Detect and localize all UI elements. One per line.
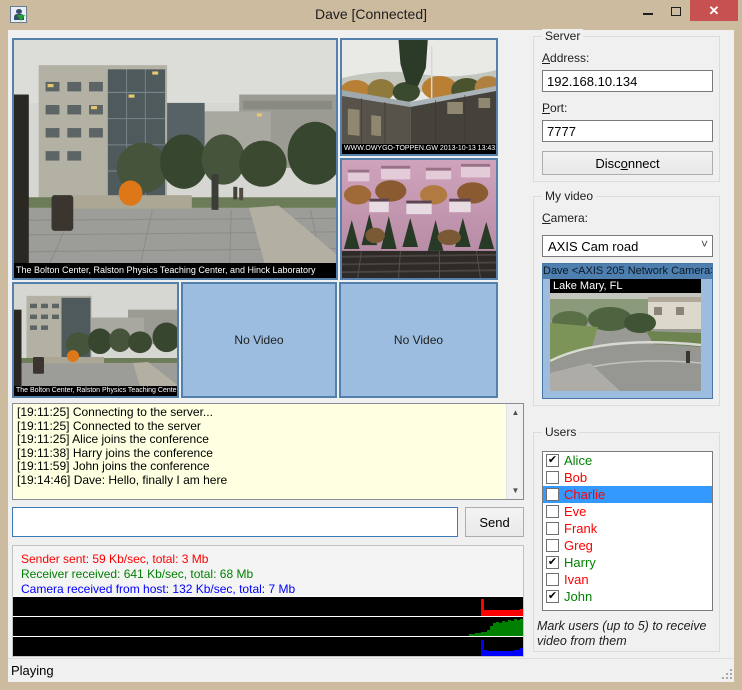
address-label: Address: <box>542 51 589 65</box>
user-row[interactable]: Frank <box>543 520 712 537</box>
video-pane-campus-small[interactable]: The Bolton Center, Ralston Physics Teach… <box>12 282 179 398</box>
status-bar: Playing <box>8 658 734 682</box>
server-group-label: Server <box>542 29 583 43</box>
chat-message: [19:14:46] Dave: Hello, finally I am her… <box>17 474 519 488</box>
users-group-label: Users <box>542 425 579 439</box>
camera-label: Camera: <box>542 211 588 225</box>
lake-mary-video-frame <box>550 293 701 391</box>
user-row[interactable]: Bob <box>543 469 712 486</box>
status-text: Playing <box>11 663 54 678</box>
app-window: Dave [Connected] ✕ <box>0 0 742 690</box>
user-checkbox[interactable]: ✔ <box>546 454 559 467</box>
camera-select[interactable]: AXIS Cam road ˅ <box>542 235 713 257</box>
scroll-down-icon[interactable]: ▼ <box>507 482 524 499</box>
chat-message: [19:11:25] Connecting to the server... <box>17 406 519 420</box>
chat-message: [19:11:38] Harry joins the conference <box>17 447 519 461</box>
user-checkbox[interactable]: ✔ <box>546 556 559 569</box>
chevron-down-icon: ˅ <box>701 237 708 251</box>
user-checkbox[interactable] <box>546 522 559 535</box>
preview-video: Lake Mary, FL <box>550 279 701 391</box>
user-checkbox[interactable] <box>546 471 559 484</box>
chat-message: [19:11:59] John joins the conference <box>17 460 519 474</box>
chat-scrollbar[interactable]: ▲ ▼ <box>506 404 523 499</box>
user-name: Greg <box>564 538 593 553</box>
user-name: Bob <box>564 470 587 485</box>
video-pane-empty-2[interactable]: No Video <box>339 282 498 398</box>
disconnect-button[interactable]: Disconnect <box>542 151 713 175</box>
minimize-icon <box>643 13 653 15</box>
maximize-button[interactable] <box>662 0 690 21</box>
throughput-graphs <box>13 596 523 656</box>
user-checkbox[interactable] <box>546 539 559 552</box>
statistics-panel: Sender sent: 59 Kb/sec, total: 3 MbRecei… <box>12 545 524 657</box>
port-label: Port: <box>542 101 567 115</box>
users-note: Mark users (up to 5) to receive video fr… <box>537 619 718 649</box>
user-name: Harry <box>564 555 596 570</box>
minimize-button[interactable] <box>634 0 662 21</box>
maximize-icon <box>671 7 681 16</box>
window-title: Dave [Connected] <box>0 6 742 22</box>
server-groupbox: Server Address: Port: Disconnect <box>533 36 720 182</box>
stat-line: Camera received from host: 132 Kb/sec, t… <box>21 582 515 597</box>
no-video-label: No Video <box>394 333 443 347</box>
user-row[interactable]: ✔ Alice <box>543 452 712 469</box>
town-video-frame <box>342 160 496 278</box>
port-input[interactable] <box>542 120 713 142</box>
user-checkbox[interactable] <box>546 488 559 501</box>
close-icon: ✕ <box>709 3 720 19</box>
sender-graph <box>13 597 523 616</box>
user-row[interactable]: Eve <box>543 503 712 520</box>
stat-line: Sender sent: 59 Kb/sec, total: 3 Mb <box>21 552 515 567</box>
video-grid: The Bolton Center, Ralston Physics Teach… <box>12 38 498 398</box>
user-name: Frank <box>564 521 597 536</box>
send-button[interactable]: Send <box>465 507 524 537</box>
campus-small-video-caption: The Bolton Center, Ralston Physics Teach… <box>14 386 177 396</box>
user-checkbox[interactable]: ✔ <box>546 590 559 603</box>
stat-line: Receiver received: 641 Kb/sec, total: 68… <box>21 567 515 582</box>
user-name: John <box>564 589 592 604</box>
video-pane-town[interactable] <box>340 158 498 280</box>
users-list[interactable]: ✔ Alice Bob Charlie <box>542 451 713 611</box>
preview-title: Dave <AXIS 205 Network Camera> <box>543 264 712 279</box>
titlebar[interactable]: Dave [Connected] ✕ <box>0 0 742 30</box>
user-row[interactable]: ✔ Harry <box>543 554 712 571</box>
message-input[interactable] <box>12 507 458 537</box>
users-groupbox: Users ✔ Alice Bob Charlie <box>533 432 720 652</box>
campus-video-caption: The Bolton Center, Ralston Physics Teach… <box>14 263 336 278</box>
chat-message: [19:11:25] Connected to the server <box>17 420 519 434</box>
stats-lines: Sender sent: 59 Kb/sec, total: 3 MbRecei… <box>13 546 523 595</box>
user-row[interactable]: Ivan <box>543 571 712 588</box>
tower-video-caption: WWW.OWYGO-TOPPEN.GW 2013-10-13 13:43:16 <box>342 144 496 154</box>
user-name: Eve <box>564 504 586 519</box>
user-row[interactable]: Charlie <box>543 486 712 503</box>
no-video-label: No Video <box>234 333 283 347</box>
scroll-up-icon[interactable]: ▲ <box>507 404 524 421</box>
video-pane-tower[interactable]: WWW.OWYGO-TOPPEN.GW 2013-10-13 13:43:16 <box>340 38 498 156</box>
user-name: Ivan <box>564 572 589 587</box>
video-pane-campus-large[interactable]: The Bolton Center, Ralston Physics Teach… <box>12 38 338 280</box>
address-input[interactable] <box>542 70 713 92</box>
user-checkbox[interactable] <box>546 573 559 586</box>
chat-message: [19:11:25] Alice joins the conference <box>17 433 519 447</box>
my-video-groupbox: My video Camera: AXIS Cam road ˅ Dave <A… <box>533 196 720 406</box>
user-row[interactable]: ✔ John <box>543 588 712 605</box>
user-name: Charlie <box>564 487 605 502</box>
chat-log[interactable]: [19:11:25] Connecting to the server...[1… <box>12 403 524 500</box>
my-video-group-label: My video <box>542 189 596 203</box>
receiver-graph <box>13 617 523 636</box>
client-area: The Bolton Center, Ralston Physics Teach… <box>8 30 734 658</box>
campus-small-video-frame <box>14 284 177 396</box>
video-pane-empty-1[interactable]: No Video <box>181 282 337 398</box>
user-name: Alice <box>564 453 592 468</box>
campus-video-frame <box>14 40 336 278</box>
self-video-preview[interactable]: Dave <AXIS 205 Network Camera> <box>542 263 713 399</box>
user-row[interactable]: Greg <box>543 537 712 554</box>
camera-graph <box>13 637 523 656</box>
user-checkbox[interactable] <box>546 505 559 518</box>
tower-video-frame <box>342 40 496 154</box>
resize-grip[interactable] <box>722 669 732 679</box>
close-button[interactable]: ✕ <box>690 0 738 21</box>
preview-overlay-text: Lake Mary, FL <box>550 279 701 293</box>
